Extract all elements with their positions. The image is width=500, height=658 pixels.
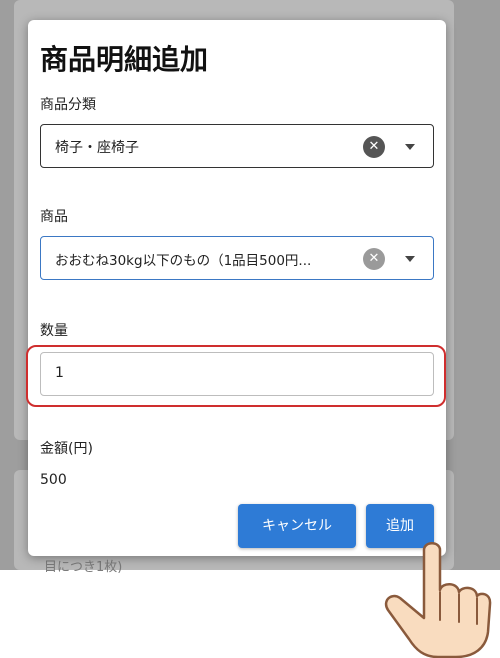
product-label: 商品 [40,209,68,225]
clear-icon[interactable]: ✕ [363,136,385,158]
category-select-value: 椅子・座椅子 [55,140,139,156]
pointing-hand-icon [384,542,492,658]
category-label: 商品分類 [40,97,96,113]
amount-value: 500 [40,472,67,488]
amount-label: 金額(円) [40,441,93,457]
product-select[interactable]: おおむね30kg以下のもの（1品目500円... ✕ [40,236,434,280]
add-item-dialog: 商品明細追加 商品分類 椅子・座椅子 ✕ 商品 おおむね30kg以下のもの（1品… [28,20,446,556]
product-select-value: おおむね30kg以下のもの（1品目500円... [55,253,312,269]
category-select[interactable]: 椅子・座椅子 ✕ [40,124,434,168]
clear-icon[interactable]: ✕ [363,248,385,270]
dialog-title: 商品明細追加 [40,43,209,76]
quantity-label: 数量 [40,323,68,339]
chevron-down-icon[interactable] [405,256,415,262]
quantity-highlight-frame [26,345,446,407]
chevron-down-icon[interactable] [405,144,415,150]
cancel-button[interactable]: キャンセル [238,504,356,548]
background-partial-text: 目につき1枚) [44,560,123,575]
